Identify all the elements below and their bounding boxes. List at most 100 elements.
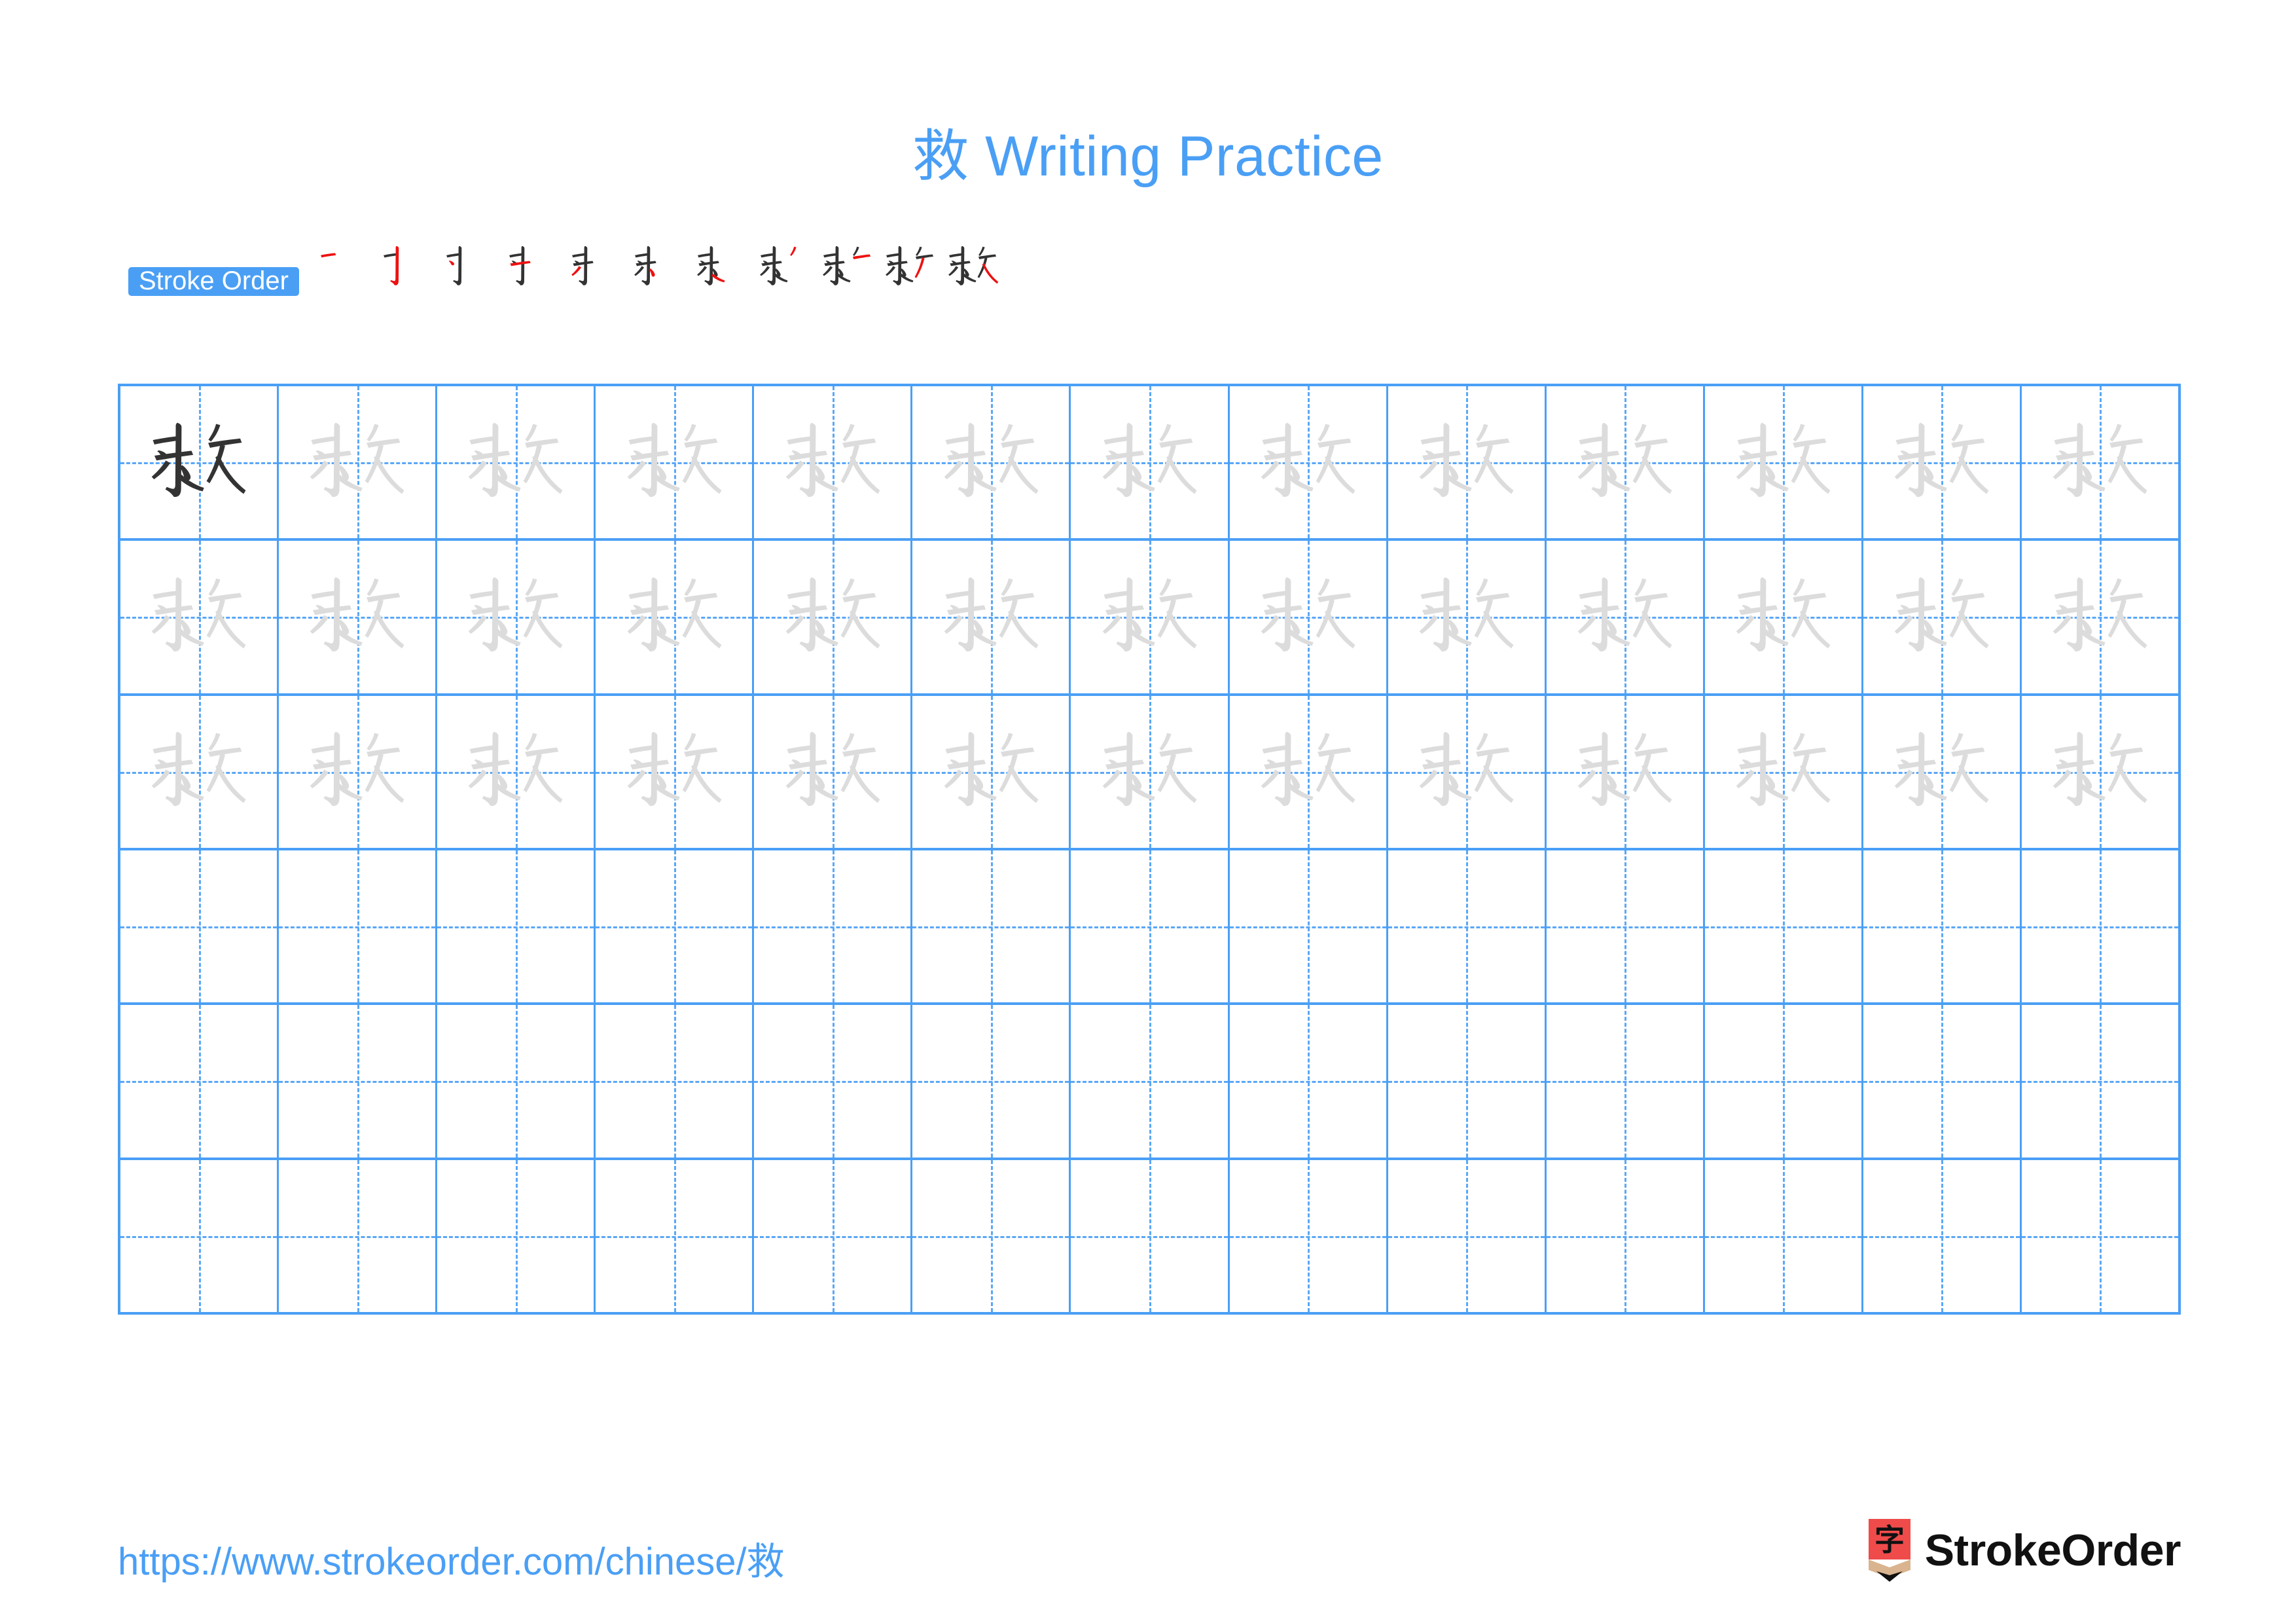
grid-cell[interactable] bbox=[437, 541, 596, 693]
grid-cell[interactable] bbox=[754, 386, 913, 539]
grid-cell[interactable] bbox=[1388, 850, 1547, 1003]
grid-cell[interactable] bbox=[1229, 541, 1388, 693]
grid-cell[interactable] bbox=[754, 695, 913, 848]
grid-cell[interactable] bbox=[912, 1005, 1071, 1158]
grid-cell[interactable] bbox=[1388, 695, 1547, 848]
trace-character bbox=[912, 541, 1069, 693]
grid-cell[interactable] bbox=[1388, 1159, 1547, 1313]
trace-character bbox=[1071, 541, 1227, 693]
grid-cell[interactable] bbox=[120, 541, 279, 693]
trace-character bbox=[1071, 386, 1227, 538]
grid-cell[interactable] bbox=[596, 1005, 755, 1158]
grid-cell[interactable] bbox=[1388, 1005, 1547, 1158]
grid-cell[interactable] bbox=[754, 1159, 913, 1313]
grid-cell[interactable] bbox=[596, 850, 755, 1003]
grid-cell[interactable] bbox=[1546, 1005, 1705, 1158]
grid-cell[interactable] bbox=[1546, 541, 1705, 693]
grid-cell[interactable] bbox=[1229, 695, 1388, 848]
grid-cell[interactable] bbox=[279, 1159, 438, 1313]
grid-cell[interactable] bbox=[437, 695, 596, 848]
stroke-order-steps bbox=[314, 246, 1005, 318]
grid-cell[interactable] bbox=[120, 1005, 279, 1158]
trace-character bbox=[437, 696, 594, 848]
grid-cell[interactable] bbox=[279, 850, 438, 1003]
grid-cell[interactable] bbox=[2021, 850, 2179, 1003]
grid-cell[interactable] bbox=[1071, 695, 1230, 848]
grid-cell[interactable] bbox=[1863, 695, 2022, 848]
grid-cell[interactable] bbox=[120, 695, 279, 848]
grid-cell[interactable] bbox=[2021, 1005, 2179, 1158]
grid-cell[interactable] bbox=[912, 695, 1071, 848]
grid-cell[interactable] bbox=[1229, 850, 1388, 1003]
trace-character bbox=[754, 386, 910, 538]
grid-cell[interactable] bbox=[1071, 386, 1230, 539]
grid-cell[interactable] bbox=[1863, 1005, 2022, 1158]
grid-cell[interactable] bbox=[1863, 541, 2022, 693]
grid-cell[interactable] bbox=[596, 541, 755, 693]
grid-cell[interactable] bbox=[437, 386, 596, 539]
grid-cell[interactable] bbox=[1071, 1159, 1230, 1313]
grid-cell[interactable] bbox=[279, 695, 438, 848]
grid-cell[interactable] bbox=[1863, 850, 2022, 1003]
trace-character bbox=[1071, 696, 1227, 848]
brand-name: StrokeOrder bbox=[1924, 1525, 2181, 1575]
grid-cell[interactable] bbox=[2021, 541, 2179, 693]
grid-cell[interactable] bbox=[1704, 541, 1863, 693]
grid-cell[interactable] bbox=[912, 386, 1071, 539]
grid-cell[interactable] bbox=[1229, 1159, 1388, 1313]
grid-cell[interactable] bbox=[1704, 1159, 1863, 1313]
grid-cell[interactable] bbox=[1704, 850, 1863, 1003]
grid-cell[interactable] bbox=[1546, 850, 1705, 1003]
grid-cell[interactable] bbox=[1229, 1005, 1388, 1158]
grid-cell[interactable] bbox=[1546, 695, 1705, 848]
trace-character bbox=[1388, 386, 1545, 538]
grid-cell[interactable] bbox=[2021, 1159, 2179, 1313]
trace-character bbox=[437, 386, 594, 538]
grid-cell[interactable] bbox=[1704, 386, 1863, 539]
grid-cell[interactable] bbox=[912, 850, 1071, 1003]
grid-cell[interactable] bbox=[437, 1159, 596, 1313]
pencil-logo-icon: 字 bbox=[1866, 1519, 1913, 1582]
trace-character bbox=[437, 541, 594, 693]
trace-character bbox=[1547, 696, 1703, 848]
grid-cell[interactable] bbox=[279, 1005, 438, 1158]
trace-character bbox=[596, 386, 752, 538]
grid-cell[interactable] bbox=[912, 1159, 1071, 1313]
grid-cell[interactable] bbox=[1863, 1159, 2022, 1313]
grid-cell[interactable] bbox=[120, 1159, 279, 1313]
grid-cell[interactable] bbox=[1863, 386, 2022, 539]
grid-cell[interactable] bbox=[279, 541, 438, 693]
grid-cell[interactable] bbox=[1704, 695, 1863, 848]
grid-cell[interactable] bbox=[120, 386, 279, 539]
grid-cell[interactable] bbox=[2021, 695, 2179, 848]
grid-cell[interactable] bbox=[754, 541, 913, 693]
grid-cell[interactable] bbox=[596, 1159, 755, 1313]
grid-cell[interactable] bbox=[120, 850, 279, 1003]
grid-cell[interactable] bbox=[1546, 1159, 1705, 1313]
grid-cell[interactable] bbox=[912, 541, 1071, 693]
grid-cell[interactable] bbox=[437, 1005, 596, 1158]
grid-row bbox=[120, 541, 2179, 696]
grid-cell[interactable] bbox=[1071, 1005, 1230, 1158]
grid-cell[interactable] bbox=[1071, 541, 1230, 693]
grid-cell[interactable] bbox=[1071, 850, 1230, 1003]
grid-cell[interactable] bbox=[1388, 386, 1547, 539]
stroke-step-2 bbox=[376, 231, 439, 303]
trace-character bbox=[1547, 386, 1703, 538]
grid-cell[interactable] bbox=[437, 850, 596, 1003]
trace-character bbox=[2022, 696, 2178, 848]
grid-cell[interactable] bbox=[2021, 386, 2179, 539]
trace-character bbox=[912, 386, 1069, 538]
grid-cell[interactable] bbox=[596, 386, 755, 539]
grid-cell[interactable] bbox=[754, 1005, 913, 1158]
grid-cell[interactable] bbox=[1704, 1005, 1863, 1158]
grid-cell[interactable] bbox=[1546, 386, 1705, 539]
grid-cell[interactable] bbox=[1388, 541, 1547, 693]
footer-url[interactable]: https://www.strokeorder.com/chinese/救 bbox=[118, 1531, 785, 1586]
grid-cell[interactable] bbox=[596, 695, 755, 848]
grid-cell[interactable] bbox=[754, 850, 913, 1003]
grid-cell[interactable] bbox=[279, 386, 438, 539]
grid-cell[interactable] bbox=[1229, 386, 1388, 539]
trace-character bbox=[279, 386, 435, 538]
trace-character bbox=[279, 696, 435, 848]
